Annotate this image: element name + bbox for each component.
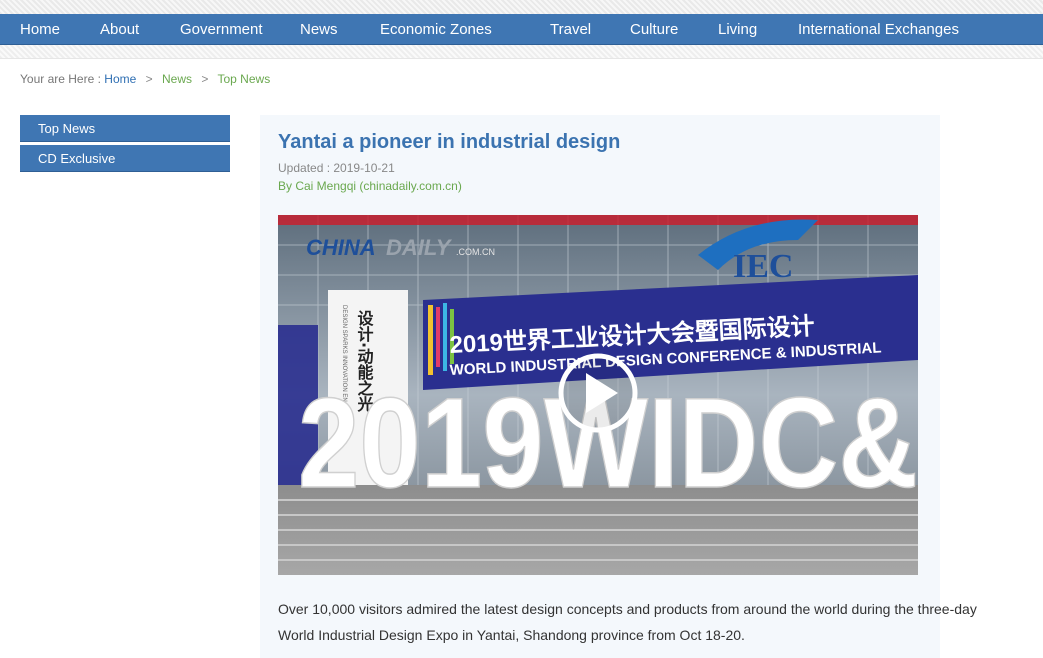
article-title: Yantai a pioneer in industrial design xyxy=(278,131,621,153)
nav-economic-zones[interactable]: Economic Zones xyxy=(380,14,492,45)
watermark-daily: DAILY xyxy=(386,235,453,260)
top-pattern-strip xyxy=(0,0,1043,14)
play-icon[interactable] xyxy=(558,353,638,433)
breadcrumb-home-link[interactable]: Home xyxy=(104,72,136,86)
sidebar-item-cd-exclusive[interactable]: CD Exclusive xyxy=(20,145,230,172)
nav-news[interactable]: News xyxy=(300,14,338,45)
video-thumbnail: IEC CHINA DAILY .COM.CN 2019世界工业设计大会暨国际设… xyxy=(278,215,918,575)
nav-about[interactable]: About xyxy=(100,14,139,45)
breadcrumb-separator: > xyxy=(201,72,209,86)
article-byline[interactable]: By Cai Mengqi (chinadaily.com.cn) xyxy=(278,179,462,193)
expo-logo-text: IEC xyxy=(733,248,793,285)
article-body-paragraph: Over 10,000 visitors admired the latest … xyxy=(278,601,977,643)
bottom-pattern-strip xyxy=(0,45,1043,59)
breadcrumb: Your are Here : Home > News > Top News xyxy=(20,72,270,86)
breadcrumb-separator: > xyxy=(145,72,153,86)
nav-culture[interactable]: Culture xyxy=(630,14,678,45)
main-nav: Home About Government News Economic Zone… xyxy=(0,14,1043,45)
breadcrumb-top-news-link[interactable]: Top News xyxy=(218,72,271,86)
nav-travel[interactable]: Travel xyxy=(550,14,591,45)
breadcrumb-prefix: Your are Here : xyxy=(20,72,101,86)
article-updated-date: Updated : 2019-10-21 xyxy=(278,161,395,175)
watermark-china: CHINA xyxy=(306,235,376,260)
nav-home[interactable]: Home xyxy=(20,14,60,45)
breadcrumb-news-link[interactable]: News xyxy=(162,72,192,86)
nav-international-exchanges[interactable]: International Exchanges xyxy=(798,14,959,45)
article-video[interactable]: IEC CHINA DAILY .COM.CN 2019世界工业设计大会暨国际设… xyxy=(278,215,918,575)
sidebar-menu: Top News CD Exclusive xyxy=(20,115,230,175)
watermark-com: .COM.CN xyxy=(456,247,495,257)
nav-government[interactable]: Government xyxy=(180,14,263,45)
nav-living[interactable]: Living xyxy=(718,14,757,45)
sidebar-item-top-news[interactable]: Top News xyxy=(20,115,230,142)
